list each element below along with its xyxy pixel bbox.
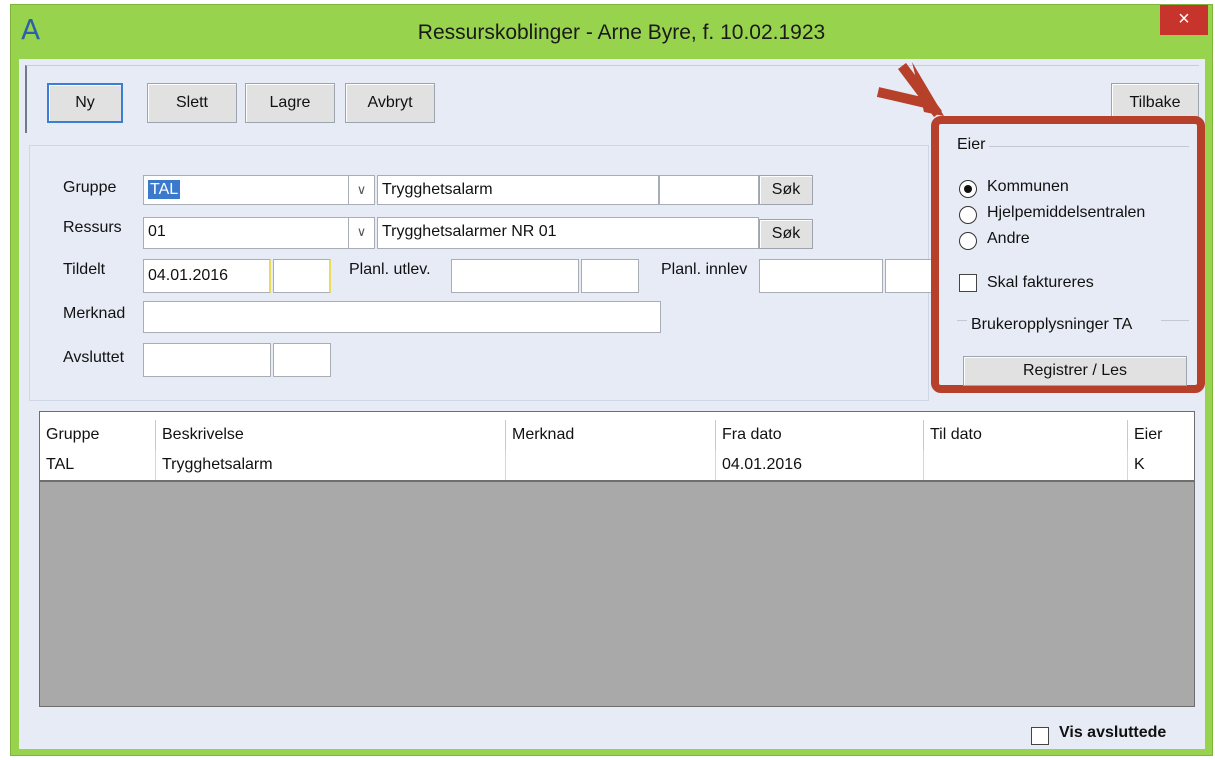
show-closed-label: Vis avsluttede [1059, 724, 1167, 741]
tildelt-time-field[interactable] [273, 259, 331, 293]
ressurs-label: Ressurs [63, 219, 122, 236]
gruppe-code-field[interactable]: TAL [143, 175, 349, 205]
cell-beskrivelse: Trygghetsalarm [156, 450, 506, 480]
avsluttet-date-field[interactable] [143, 343, 271, 377]
merknad-field[interactable] [143, 301, 661, 333]
cell-gruppe: TAL [40, 450, 156, 480]
tildelt-label: Tildelt [63, 261, 106, 278]
chevron-down-icon[interactable]: ∨ [349, 175, 375, 205]
column-header-til-dato[interactable]: Til dato [924, 420, 1128, 450]
eier-panel: Eier Kommunen Hjelpemiddelsentralen Andr… [931, 116, 1205, 393]
chevron-down-icon[interactable]: ∨ [349, 217, 375, 249]
radio-hjelpemiddelsentralen-label: Hjelpemiddelsentralen [987, 204, 1146, 221]
planl-innlev-date-field[interactable] [759, 259, 883, 293]
column-header-fra-dato[interactable]: Fra dato [716, 420, 924, 450]
table-top-strip [40, 412, 1194, 420]
tildelt-date-field[interactable]: 04.01.2016 [143, 259, 271, 293]
annotation-arrow-icon [876, 62, 944, 117]
gruppe-description-field[interactable]: Trygghetsalarm [377, 175, 659, 205]
planl-innlev-label: Planl. innlev [661, 261, 748, 278]
gruppe-extra-field[interactable] [659, 175, 759, 205]
table-row[interactable]: TAL Trygghetsalarm 04.01.2016 K [40, 450, 1194, 482]
invoice-checkbox[interactable] [959, 274, 977, 292]
radio-hjelpemiddelsentralen[interactable] [959, 206, 977, 224]
radio-andre-label: Andre [987, 230, 1030, 247]
title-bar[interactable]: A Ressurskoblinger - Arne Byre, f. 10.02… [11, 5, 1212, 59]
cell-fra-dato: 04.01.2016 [716, 450, 924, 480]
cell-til-dato [924, 450, 1128, 480]
cell-merknad [506, 450, 716, 480]
close-button[interactable]: × [1160, 5, 1208, 35]
planl-utlev-date-field[interactable] [451, 259, 579, 293]
eier-group-label: Eier [957, 136, 986, 153]
column-header-merknad[interactable]: Merknad [506, 420, 716, 450]
invoice-label: Skal faktureres [987, 274, 1094, 291]
register-read-button[interactable]: Registrer / Les [963, 356, 1187, 386]
radio-andre[interactable] [959, 232, 977, 250]
user-info-divider-left [957, 320, 967, 321]
show-closed-checkbox[interactable] [1031, 727, 1049, 745]
search-gruppe-button[interactable]: Søk [759, 175, 813, 205]
planl-utlev-time-field[interactable] [581, 259, 639, 293]
gruppe-code-value: TAL [148, 180, 181, 199]
search-ressurs-button[interactable]: Søk [759, 219, 813, 249]
ressurs-code-field[interactable]: 01 [143, 217, 349, 249]
column-header-beskrivelse[interactable]: Beskrivelse [156, 420, 506, 450]
window-title: Ressurskoblinger - Arne Byre, f. 10.02.1… [417, 21, 826, 44]
column-header-gruppe[interactable]: Gruppe [40, 420, 156, 450]
table-header: Gruppe Beskrivelse Merknad Fra dato Til … [40, 420, 1194, 450]
cell-eier: K [1134, 456, 1145, 473]
resource-table[interactable]: Gruppe Beskrivelse Merknad Fra dato Til … [39, 411, 1195, 707]
merknad-label: Merknad [63, 305, 126, 322]
user-info-label: Brukeropplysninger TA [971, 316, 1133, 333]
gruppe-label: Gruppe [63, 179, 117, 196]
radio-kommunen[interactable] [959, 180, 977, 198]
avsluttet-time-field[interactable] [273, 343, 331, 377]
planl-utlev-label: Planl. utlev. [349, 261, 431, 278]
user-info-divider-right [1161, 320, 1189, 321]
new-button[interactable]: Ny [47, 83, 123, 123]
avsluttet-label: Avsluttet [63, 349, 125, 366]
cancel-button[interactable]: Avbryt [345, 83, 435, 123]
radio-kommunen-label: Kommunen [987, 178, 1069, 195]
ressurs-description-field[interactable]: Trygghetsalarmer NR 01 [377, 217, 759, 249]
save-button[interactable]: Lagre [245, 83, 335, 123]
delete-button[interactable]: Slett [147, 83, 237, 123]
eier-group-divider [989, 146, 1189, 147]
column-header-eier[interactable]: Eier [1128, 420, 1194, 450]
